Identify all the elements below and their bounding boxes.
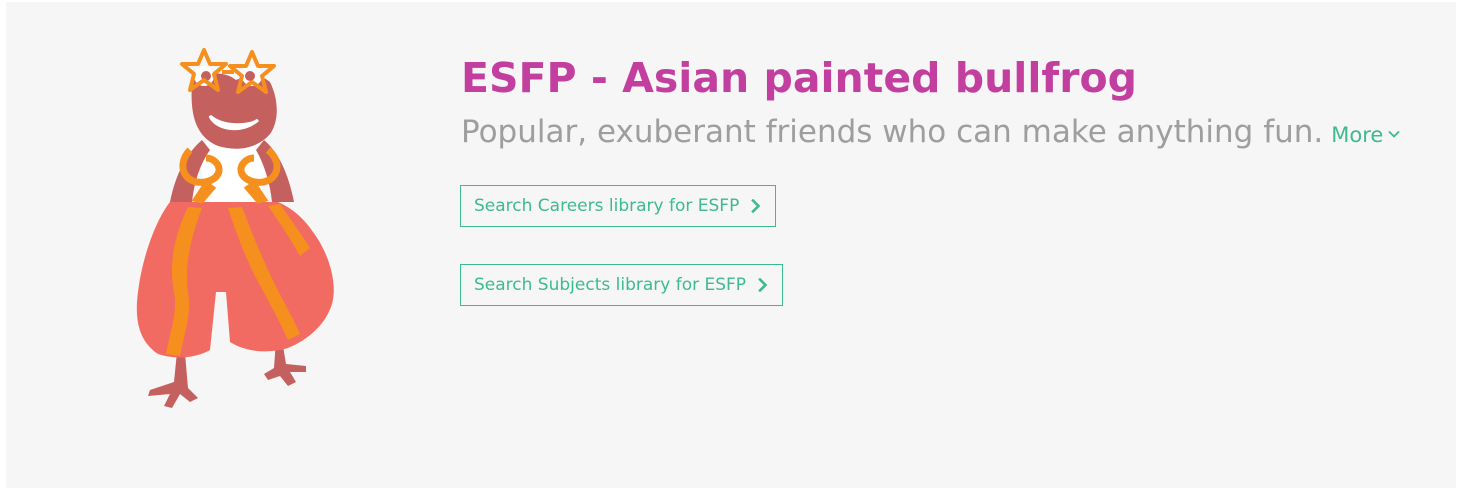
search-careers-label: Search Careers library for ESFP <box>474 196 740 216</box>
chevron-right-icon <box>758 277 768 293</box>
more-label: More <box>1331 123 1384 147</box>
bullfrog-illustration <box>136 48 334 408</box>
more-link[interactable]: More <box>1331 113 1400 157</box>
tagline-row: Popular, exuberant friends who can make … <box>461 110 1400 157</box>
personality-tagline: Popular, exuberant friends who can make … <box>461 114 1324 150</box>
chevron-down-icon <box>1388 130 1400 138</box>
search-careers-button[interactable]: Search Careers library for ESFP <box>460 185 777 227</box>
chevron-right-icon <box>751 198 761 214</box>
page-title: ESFP - Asian painted bullfrog <box>461 54 1137 102</box>
search-subjects-label: Search Subjects library for ESFP <box>474 275 747 295</box>
profile-card: ESFP - Asian painted bullfrog Popular, e… <box>6 2 1456 488</box>
search-subjects-button[interactable]: Search Subjects library for ESFP <box>460 264 784 306</box>
